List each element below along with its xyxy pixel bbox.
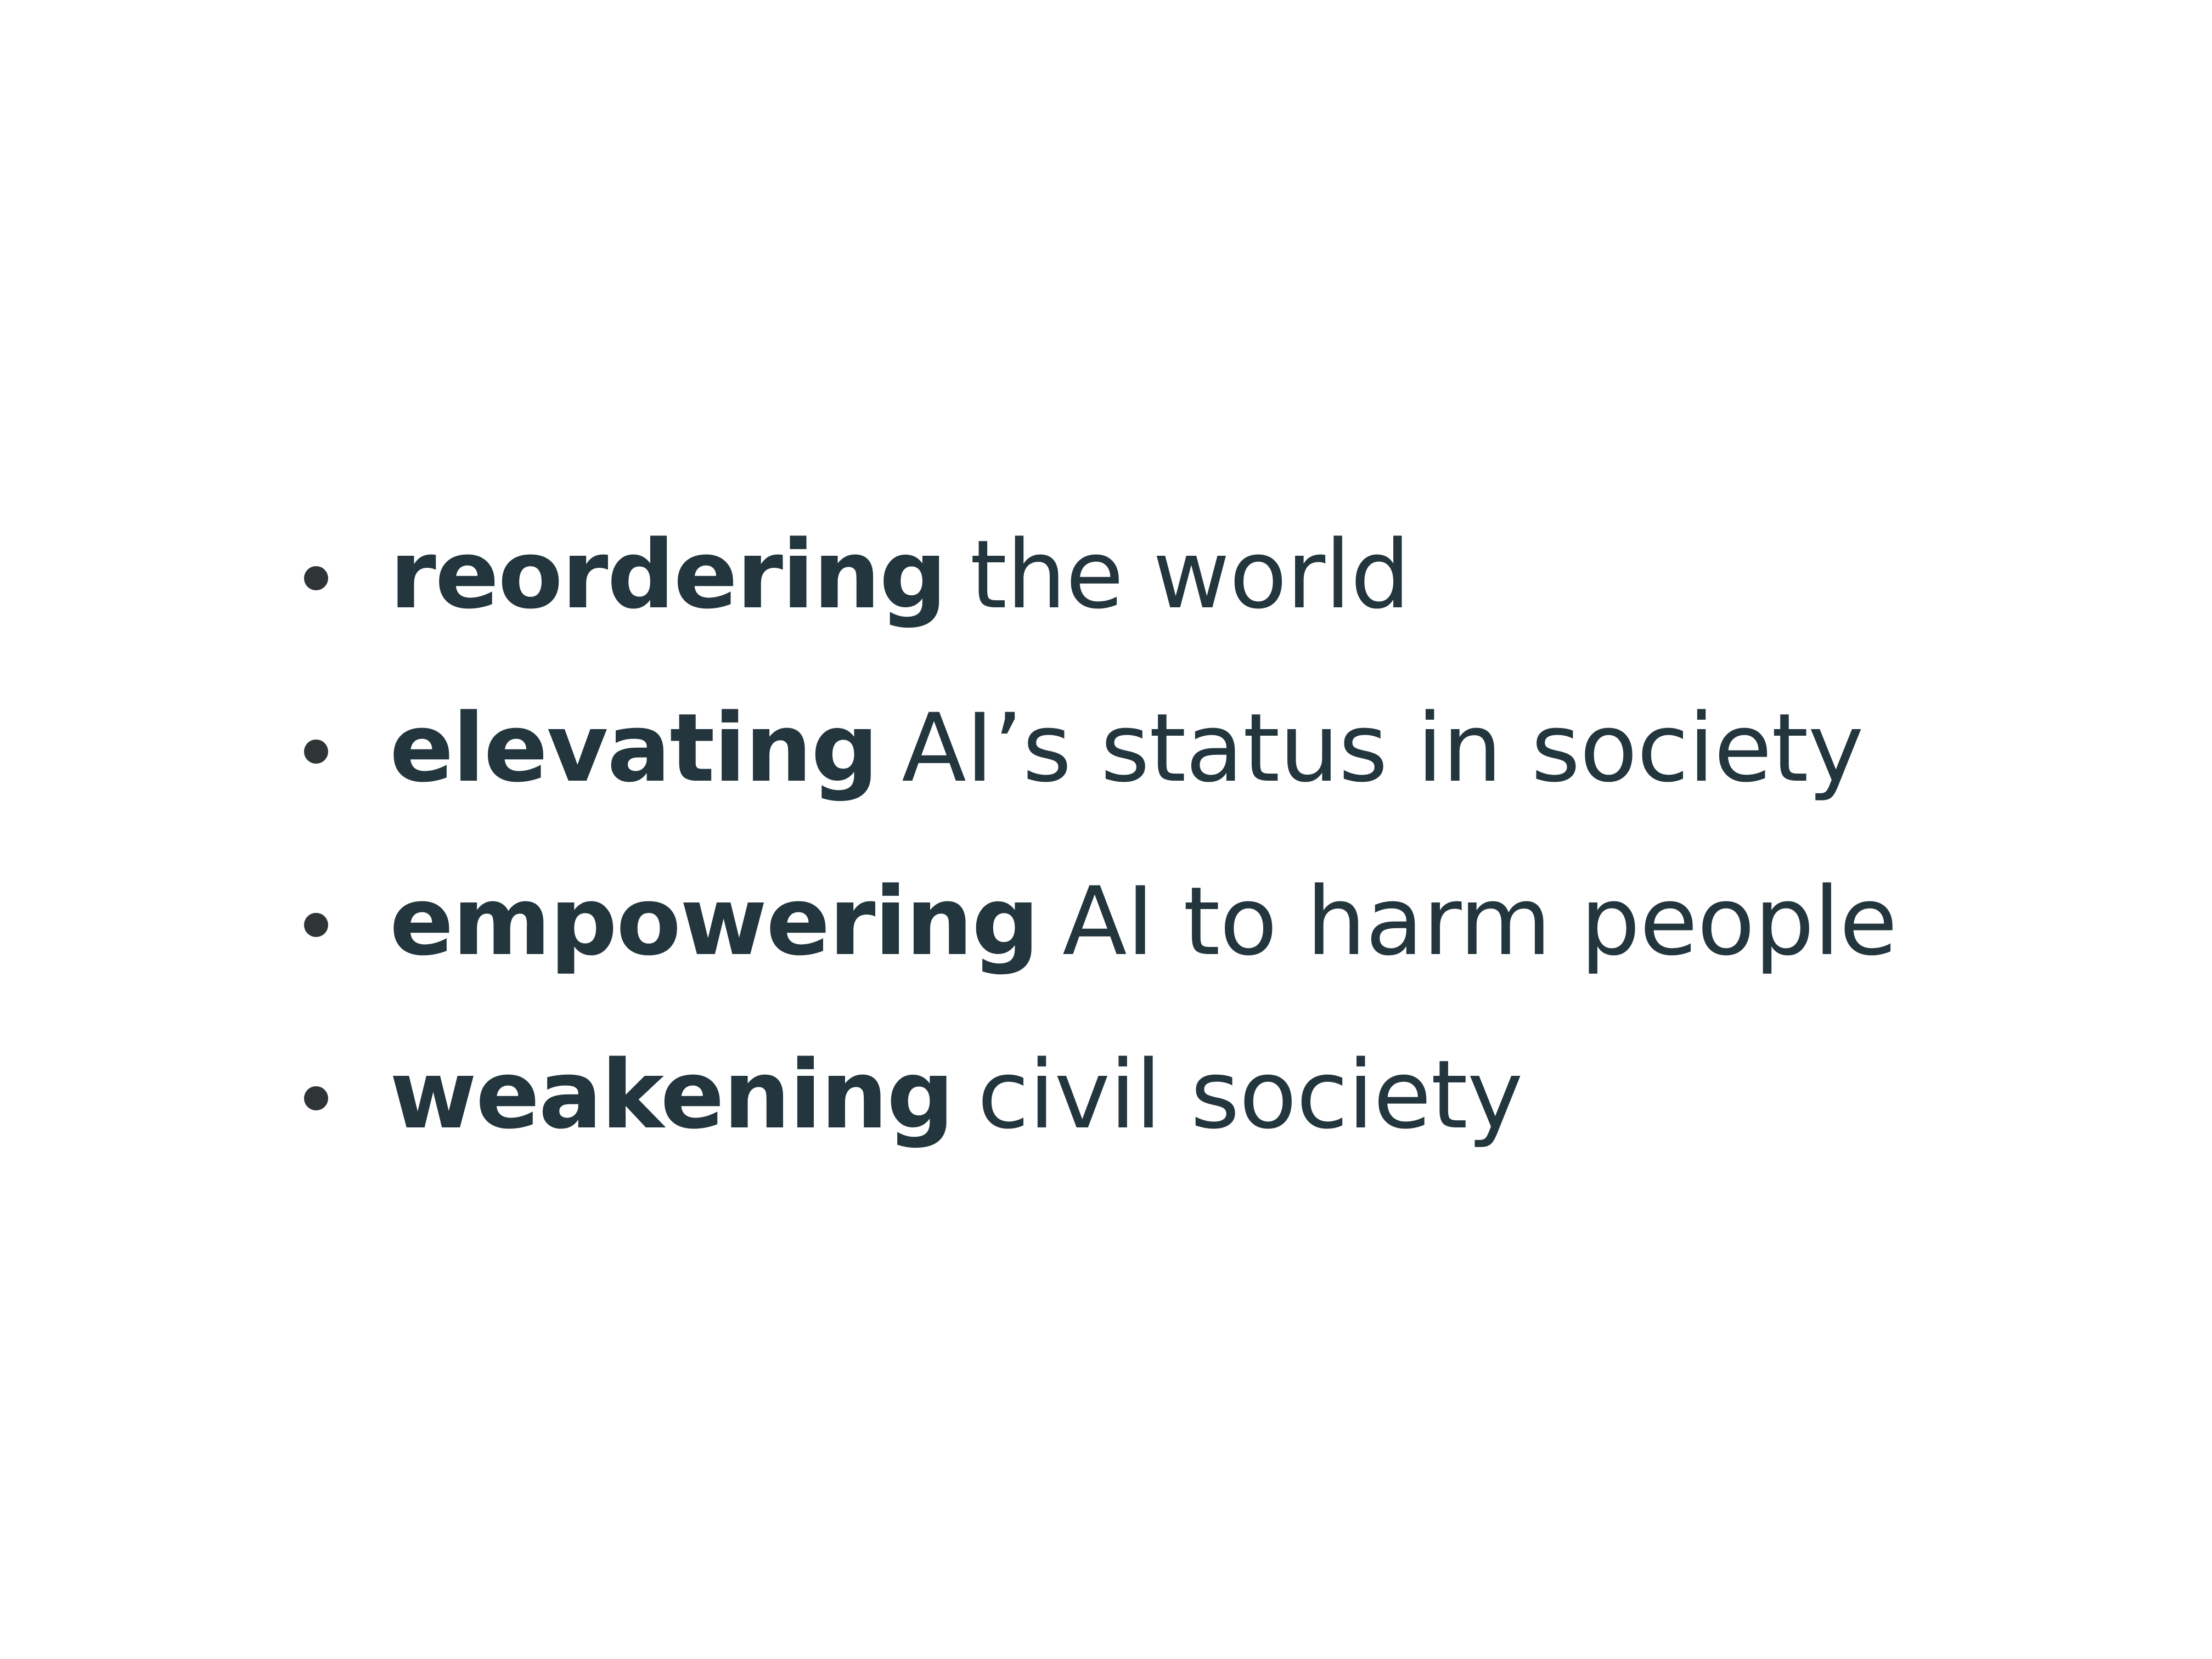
list-item: elevating AI’s status in society — [296, 662, 1897, 835]
bullet-list: reordering the world elevating AI’s stat… — [296, 488, 1898, 1182]
bullet-dot-icon — [304, 566, 328, 590]
bullet-text: civil society — [977, 1040, 1523, 1150]
list-item: empowering AI to harm people — [296, 835, 1898, 1008]
bullet-dot-icon — [304, 740, 328, 764]
slide: reordering the world elevating AI’s stat… — [0, 0, 2212, 1659]
list-item: reordering the world — [296, 488, 1897, 662]
bullet-dot-icon — [304, 913, 328, 937]
bullet-text: AI to harm people — [1062, 866, 1898, 977]
list-item: weakening civil society — [296, 1008, 1897, 1182]
bullet-term: reordering — [390, 520, 947, 630]
bullet-dot-icon — [304, 1086, 328, 1110]
bullet-term: weakening — [390, 1040, 954, 1150]
bullet-term: empowering — [390, 866, 1039, 977]
bullet-text: AI’s status in society — [902, 693, 1864, 803]
bullet-term: elevating — [390, 693, 879, 803]
bullet-text: the world — [970, 520, 1411, 630]
